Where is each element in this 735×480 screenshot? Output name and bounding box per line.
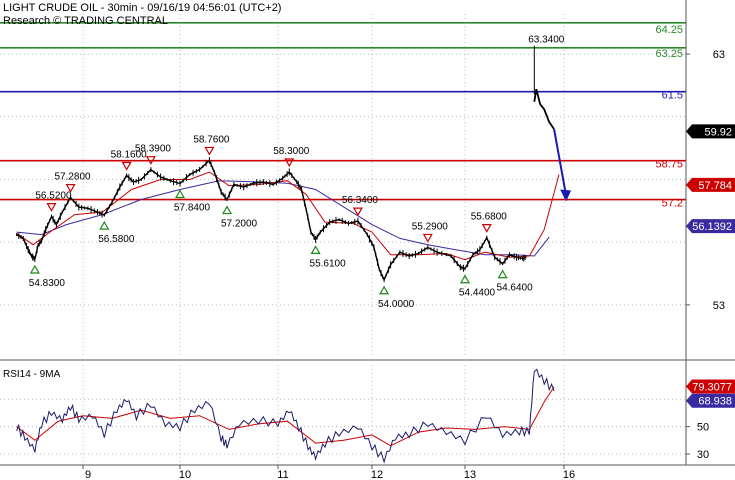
price-markers: 63.340056.520057.280058.160058.390058.76… [29,35,565,310]
trough-label: 57.8400 [174,202,211,213]
x-tick-label: 16 [563,469,575,480]
level-label: 61.5 [662,90,683,102]
trough-marker [29,264,40,274]
peak-label: 55.6800 [471,212,508,223]
trough-label: 56.5800 [98,234,135,245]
x-tick-label: 13 [464,469,476,480]
price-levels: 64.25 63.25 61.5 58.75 57.2 [0,21,686,210]
price-tick-label: 53 [713,300,725,312]
price-tick-label: 63 [713,49,725,61]
price-line [16,159,527,282]
x-tick-label: 12 [371,469,383,480]
peak-label: 56.5200 [35,191,72,202]
x-axis: 9 10 11 12 13 16 [0,464,735,480]
trough-marker [459,274,471,284]
peak-label: 55.2900 [412,221,449,232]
peak-label: 58.3900 [135,144,172,155]
ma-slow-line [16,180,550,257]
rsi-panel: RSI14 - 9MA 30 50 79.3077 68.938 [0,360,735,465]
peak-label: 57.2800 [54,172,91,183]
price-badge-label: 56.1392 [692,221,732,233]
rsi-line [16,368,555,464]
chart-canvas: 64.25 63.25 61.5 58.75 57.2 63.3400 56.5200 57… [0,0,735,480]
trough-label: 54.0000 [378,299,415,310]
x-tick-label: 9 [85,469,91,480]
trough-marker [99,220,110,230]
trough-label: 54.6400 [497,283,534,294]
rsi-lines [16,368,555,464]
peak-marker [422,233,433,243]
chart-title: LIGHT CRUDE OIL - 30min - 09/16/19 04:56… [3,2,281,14]
trough-label: 54.8300 [29,278,66,289]
price-badge-label: 57.784 [698,180,732,192]
peak-marker [46,202,57,212]
level-label: 64.25 [655,24,683,36]
peak-label: 58.7600 [193,134,230,145]
rsi-badge-label: 68.938 [698,396,732,408]
peak-marker [204,146,215,156]
trough-marker [174,189,186,199]
rsi-axis: RSI14 - 9MA 30 50 79.3077 68.938 [3,360,735,465]
rsi-badge-label: 79.3077 [692,381,732,393]
peak-label: 58.3000 [273,146,310,157]
trough-marker [222,205,233,215]
peak-marker [481,224,492,233]
trough-label: 57.2000 [221,219,258,230]
price-panel: 64.25 63.25 61.5 58.75 57.2 63.3400 56.5200 57… [0,0,735,361]
trough-marker [379,285,390,295]
price-grid [0,14,686,355]
x-tick-label: 11 [277,469,288,480]
price-badge-label: 59.92 [704,126,732,138]
rsi-title: RSI14 - 9MA [3,369,61,380]
chart-subtitle: Research © TRADING CENTRAL [3,15,168,27]
trough-marker [497,269,508,279]
peak-marker [121,161,132,171]
rsi-ma-line [16,386,555,447]
spike-high-label: 63.3400 [528,35,565,46]
level-label: 63.25 [655,48,683,60]
level-label: 57.2 [662,198,683,210]
peak-label: 56.3400 [342,195,379,206]
trough-label: 54.4400 [459,288,496,299]
trough-marker [310,245,321,255]
x-tick-label: 10 [179,469,191,480]
post-gap-price-line [533,88,555,130]
rsi-tick-label: 50 [697,422,709,434]
rsi-grid [0,365,686,465]
rsi-tick-label: 30 [697,449,709,461]
trough-label: 55.6100 [310,258,347,269]
price-lines [16,45,572,283]
level-label: 58.75 [655,159,683,171]
